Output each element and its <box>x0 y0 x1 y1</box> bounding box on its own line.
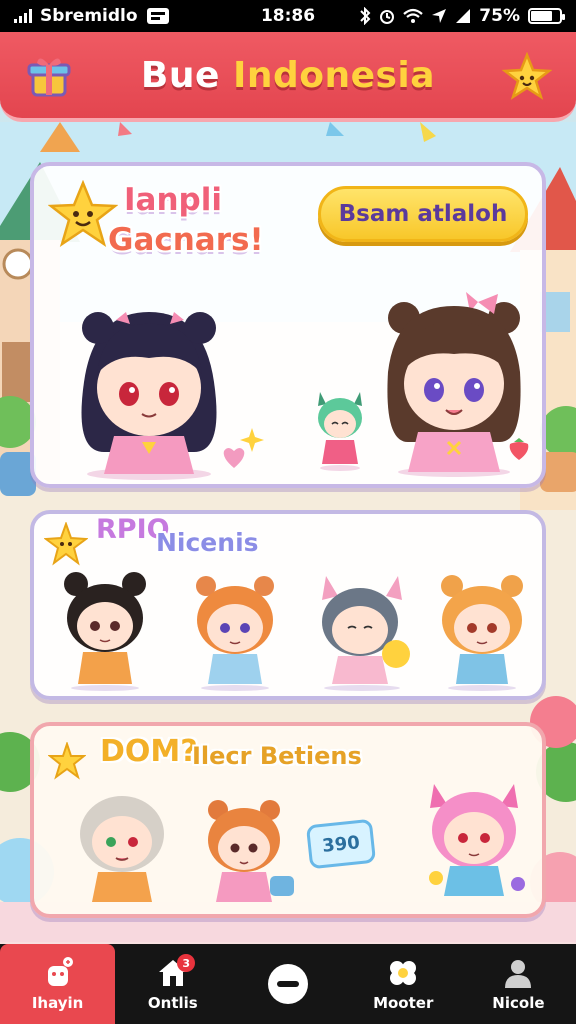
nav-item-home[interactable]: 3 Ontlis <box>115 944 230 1024</box>
nav-label-home: Ontlis <box>147 994 198 1012</box>
battery-icon <box>528 8 565 24</box>
carrier-name: Sbremidlo <box>40 6 138 26</box>
profile-icon <box>505 960 532 988</box>
price-tag[interactable]: 390 <box>305 818 377 870</box>
nav-label-characters: Ihayin <box>31 994 84 1012</box>
character-silver-hair[interactable] <box>72 784 172 908</box>
more-section-sublabel: Ilecr Betiens <box>192 742 362 770</box>
nav-label-flower: Mooter <box>373 994 434 1012</box>
star-icon <box>44 522 88 566</box>
app-title: Bue Indonesia <box>141 55 435 96</box>
star-icon[interactable] <box>500 50 554 104</box>
nav-item-flower[interactable]: Mooter <box>346 944 461 1024</box>
character-orange-hair[interactable] <box>188 570 282 692</box>
nav-label-profile: Nicole <box>492 994 545 1012</box>
app-header: Bue Indonesia <box>0 32 576 122</box>
flower-icon <box>390 961 417 985</box>
character-gray-hair[interactable] <box>312 570 412 692</box>
featured-title-line2: Gacnars! <box>108 222 264 258</box>
nav-item-profile[interactable]: Nicole <box>461 944 576 1024</box>
signal-icon <box>14 9 32 23</box>
nav-item-center[interactable] <box>230 944 345 1024</box>
character-bun-hair[interactable] <box>58 568 152 692</box>
new-characters-panel[interactable]: RPIO Nicenis <box>30 510 546 700</box>
bluetooth-icon <box>360 7 371 25</box>
bottom-nav: Ihayin 3 Ontlis Mooter Nicole <box>0 944 576 1024</box>
wifi-icon <box>403 8 424 23</box>
new-section-sublabel: Nicenis <box>156 528 259 557</box>
character-pink-hair[interactable] <box>422 778 532 906</box>
app-title-part1: Bue <box>140 54 233 96</box>
featured-panel[interactable]: Ianpli Gacnars! Bsam atlaloh <box>30 162 546 488</box>
featured-title-line1: Ianpli <box>124 182 222 218</box>
featured-cta-button[interactable]: Bsam atlaloh <box>318 186 528 242</box>
alarm-icon <box>380 10 395 24</box>
notification-badge: 3 <box>177 954 196 972</box>
message-icon <box>146 8 169 24</box>
more-section-label: DOM? <box>100 734 198 769</box>
more-characters-panel[interactable]: DOM? Ilecr Betiens 390 <box>30 722 546 918</box>
sparkle-icon <box>240 428 264 452</box>
location-icon <box>432 9 447 23</box>
character-auburn-hair[interactable] <box>200 794 296 910</box>
clock: 18:86 <box>260 6 316 26</box>
app-title-part2: Indonesia <box>232 54 436 96</box>
strawberry-icon <box>509 438 529 460</box>
character-dark-hair[interactable] <box>64 302 234 480</box>
character-green-hair[interactable] <box>310 382 370 472</box>
character-icon <box>47 957 73 986</box>
gift-icon[interactable] <box>22 50 76 104</box>
minus-icon <box>268 964 308 1004</box>
nav-item-characters[interactable]: Ihayin <box>0 944 116 1024</box>
cellular-icon <box>456 9 471 23</box>
star-icon <box>48 742 86 780</box>
status-bar: Sbremidlo 18:86 75% <box>0 0 576 32</box>
battery-percent: 75% <box>479 6 520 26</box>
character-ginger-hair[interactable] <box>434 570 530 692</box>
